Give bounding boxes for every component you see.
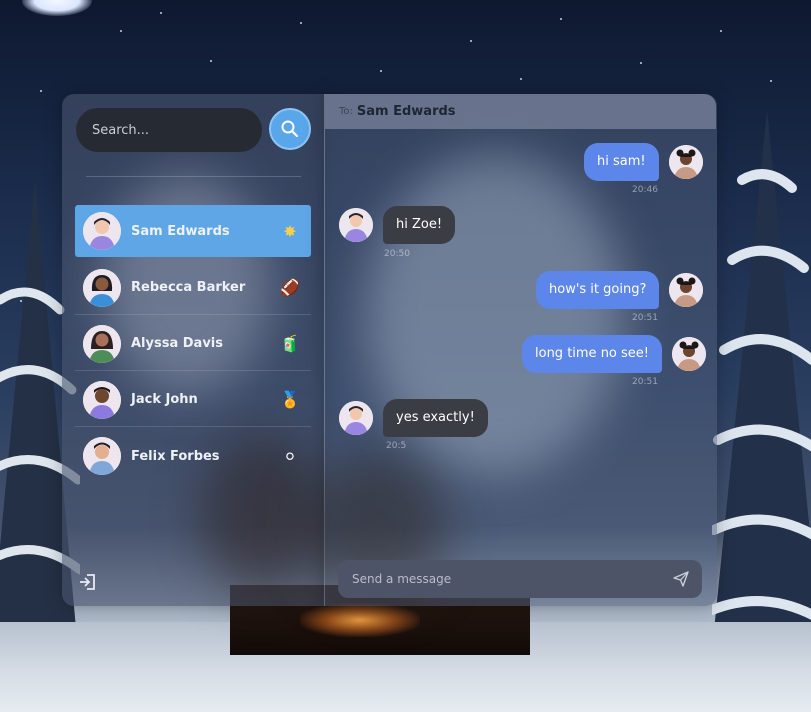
- message-composer: [338, 560, 702, 598]
- message-outgoing: how's it going?: [536, 271, 704, 309]
- avatar: [668, 145, 703, 179]
- message-timestamp: 20:50: [384, 249, 410, 259]
- message-bubble: hi sam!: [584, 143, 659, 181]
- avatar: [83, 437, 121, 475]
- contact-item-sam-edwards[interactable]: Sam Edwards ✸: [75, 205, 311, 257]
- medal-icon: 🏅: [280, 390, 300, 409]
- message-bubble: hi Zoe!: [383, 206, 456, 244]
- avatar: [83, 268, 121, 307]
- search-input[interactable]: [90, 121, 244, 139]
- search-field[interactable]: [76, 108, 262, 152]
- avatar: [83, 380, 121, 419]
- message-bubble: yes exactly!: [383, 399, 488, 437]
- avatar: [672, 337, 706, 371]
- search-divider: [86, 176, 301, 177]
- cabin-light: [300, 603, 420, 637]
- contact-name: Sam Edwards: [131, 223, 230, 239]
- football-icon: 🏈: [280, 278, 300, 297]
- contact-item-jack-john[interactable]: Jack John 🏅: [75, 373, 311, 427]
- message-bubble: long time no see!: [522, 335, 662, 373]
- moon: [22, 0, 92, 16]
- message-bubble: how's it going?: [536, 271, 660, 309]
- message-timestamp: 20:46: [632, 185, 658, 195]
- message-timestamp: 20:5: [386, 441, 407, 451]
- to-label: To:: [339, 106, 353, 117]
- contact-name: Felix Forbes: [131, 448, 220, 464]
- chat-recipient-name: Sam Edwards: [356, 104, 456, 119]
- sparkle-icon: ✸: [283, 221, 297, 241]
- message-timestamp: 20:51: [632, 377, 658, 387]
- avatar: [669, 273, 704, 307]
- contact-item-felix-forbes[interactable]: Felix Forbes ⚪: [75, 429, 311, 483]
- circle-icon: ⚪: [283, 446, 297, 466]
- contact-name: Rebecca Barker: [131, 280, 246, 295]
- message-input[interactable]: [350, 571, 672, 587]
- avatar: [83, 324, 121, 363]
- send-icon[interactable]: [672, 570, 690, 588]
- message-incoming: yes exactly!: [339, 399, 488, 437]
- logout-icon[interactable]: [78, 572, 98, 592]
- contact-name: Jack John: [131, 392, 198, 407]
- juice-box-icon: 🧃: [280, 334, 300, 353]
- message-timestamp: 20:51: [632, 313, 658, 323]
- avatar: [339, 401, 373, 435]
- search-button[interactable]: [269, 108, 311, 150]
- avatar: [83, 212, 121, 250]
- contact-item-rebecca-barker[interactable]: Rebecca Barker 🏈: [75, 261, 311, 315]
- chat-header: To: Sam Edwards: [325, 94, 716, 129]
- avatar: [339, 208, 373, 242]
- message-outgoing: long time no see!: [522, 335, 706, 373]
- contact-item-alyssa-davis[interactable]: Alyssa Davis 🧃: [75, 317, 311, 371]
- contact-name: Alyssa Davis: [131, 336, 223, 351]
- right-snowy-tree: [712, 110, 811, 650]
- message-outgoing: hi sam!: [584, 143, 703, 181]
- message-incoming: hi Zoe!: [339, 206, 456, 244]
- search-icon: [281, 120, 299, 138]
